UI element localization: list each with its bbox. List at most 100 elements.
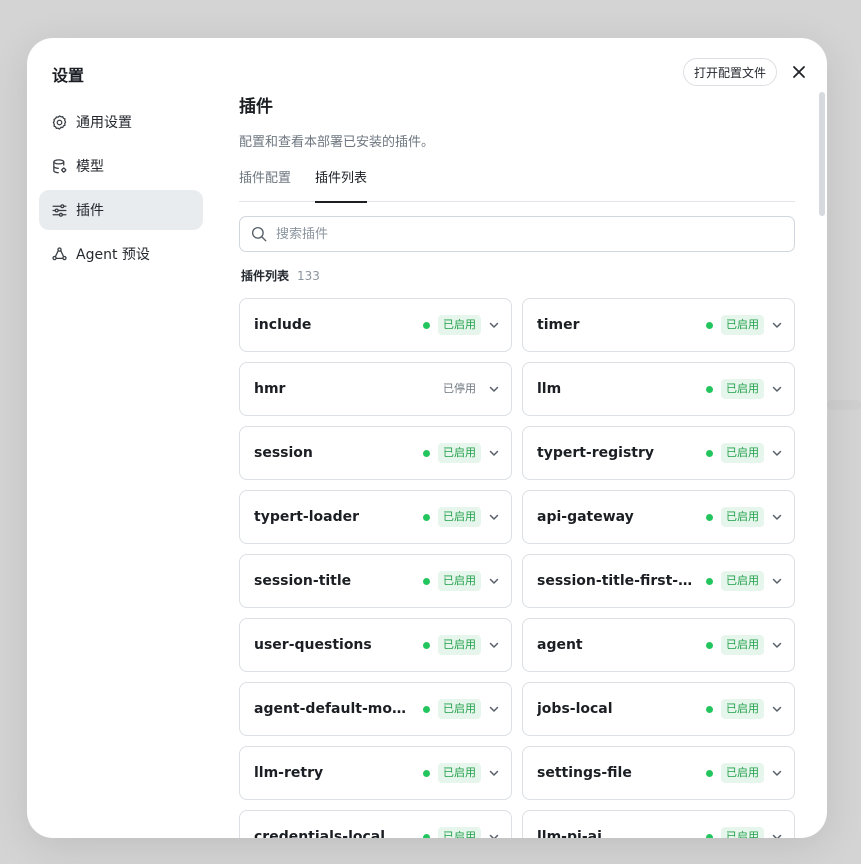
chevron-down-icon[interactable]	[487, 318, 501, 332]
chevron-down-icon[interactable]	[770, 446, 784, 460]
plugin-card[interactable]: session 已启用	[239, 426, 512, 480]
status-badge: 已启用	[721, 315, 764, 335]
tab-plugin-list[interactable]: 插件列表	[315, 170, 368, 203]
sidebar-item-general[interactable]: 通用设置	[39, 102, 203, 142]
plugin-name: timer	[537, 317, 580, 333]
search-input[interactable]	[276, 226, 784, 242]
sidebar-item-label: 插件	[76, 203, 104, 219]
plugin-card[interactable]: timer 已启用	[522, 298, 795, 352]
plugin-card[interactable]: credentials-local 已启用	[239, 810, 512, 838]
plugin-name: agent-default-model	[254, 701, 415, 717]
status-badge: 已启用	[438, 507, 481, 527]
sidebar-item-plugins[interactable]: 插件	[39, 190, 203, 230]
status-badge: 已启用	[721, 763, 764, 783]
plugin-card[interactable]: hmr 已停用	[239, 362, 512, 416]
plugin-name: llm-pi-ai	[537, 829, 602, 838]
status-dot	[706, 705, 713, 713]
chevron-down-icon[interactable]	[487, 830, 501, 838]
status-badge: 已启用	[721, 635, 764, 655]
plugin-list-title: 插件列表	[241, 269, 290, 283]
settings-dialog: 设置 通用设置 模型 插件 Agent 预设 打开配置文件 插件 配置和查看本部…	[27, 38, 827, 838]
chevron-down-icon[interactable]	[487, 702, 501, 716]
plugin-card[interactable]: typert-registry 已启用	[522, 426, 795, 480]
chevron-down-icon[interactable]	[770, 766, 784, 780]
plugin-card[interactable]: include 已启用	[239, 298, 512, 352]
plugin-name: typert-registry	[537, 445, 655, 461]
status-badge: 已启用	[438, 635, 481, 655]
plugin-name: agent	[537, 637, 583, 653]
chevron-down-icon[interactable]	[487, 510, 501, 524]
plugin-name: hmr	[254, 381, 286, 397]
status-dot	[706, 577, 713, 585]
status-dot	[423, 769, 430, 777]
plugin-name: session	[254, 445, 313, 461]
database-icon	[53, 158, 67, 173]
plugin-card[interactable]: agent 已启用	[522, 618, 795, 672]
chevron-down-icon[interactable]	[770, 830, 784, 838]
close-icon	[793, 66, 805, 78]
status-badge: 已停用	[443, 382, 476, 395]
search-field	[239, 216, 795, 252]
status-badge: 已启用	[721, 379, 764, 399]
plugin-card[interactable]: llm 已启用	[522, 362, 795, 416]
close-button[interactable]	[787, 62, 811, 82]
plugin-name: session-title-first-prompt	[537, 573, 698, 589]
status-dot	[706, 385, 713, 393]
status-badge: 已启用	[438, 827, 481, 838]
chevron-down-icon[interactable]	[770, 510, 784, 524]
backdrop-panel	[827, 400, 861, 410]
chevron-down-icon[interactable]	[487, 638, 501, 652]
status-badge: 已启用	[721, 571, 764, 591]
chevron-down-icon[interactable]	[770, 318, 784, 332]
plugin-card[interactable]: settings-file 已启用	[522, 746, 795, 800]
sidebar-item-agent-presets[interactable]: Agent 预设	[39, 234, 203, 274]
plugin-name: llm-retry	[254, 765, 324, 781]
chevron-down-icon[interactable]	[487, 766, 501, 780]
plugin-tabs: 插件配置 插件列表	[239, 170, 795, 203]
sliders-icon	[52, 203, 67, 217]
status-badge: 已启用	[438, 315, 481, 335]
agent-icon	[52, 246, 67, 260]
plugins-panel: 插件 配置和查看本部署已安装的插件。 插件配置 插件列表 插件列表 133 in…	[239, 92, 795, 838]
plugin-name: credentials-local	[254, 829, 386, 838]
chevron-down-icon[interactable]	[487, 382, 501, 396]
page-description: 配置和查看本部署已安装的插件。	[239, 135, 435, 150]
plugin-card[interactable]: session-title-first-prompt 已启用	[522, 554, 795, 608]
status-dot	[706, 833, 713, 838]
settings-sidebar: 通用设置 模型 插件 Agent 预设	[39, 102, 203, 278]
plugin-name: api-gateway	[537, 509, 634, 525]
plugin-name: llm	[537, 381, 562, 397]
chevron-down-icon[interactable]	[487, 574, 501, 588]
status-dot	[423, 449, 430, 457]
plugin-card[interactable]: llm-retry 已启用	[239, 746, 512, 800]
plugin-list-header: 插件列表 133	[239, 267, 795, 284]
sidebar-item-models[interactable]: 模型	[39, 146, 203, 186]
chevron-down-icon[interactable]	[770, 574, 784, 588]
plugin-card[interactable]: api-gateway 已启用	[522, 490, 795, 544]
status-dot	[423, 641, 430, 649]
open-config-file-button[interactable]: 打开配置文件	[683, 58, 778, 86]
chevron-down-icon[interactable]	[770, 702, 784, 716]
plugin-name: jobs-local	[537, 701, 613, 717]
status-badge: 已启用	[438, 763, 481, 783]
plugin-card[interactable]: llm-pi-ai 已启用	[522, 810, 795, 838]
plugin-card[interactable]: typert-loader 已启用	[239, 490, 512, 544]
status-dot	[706, 769, 713, 777]
status-dot	[423, 705, 430, 713]
plugin-card[interactable]: user-questions 已启用	[239, 618, 512, 672]
plugin-grid: include 已启用 timer 已启用 hmr 已停用 llm 已启用 session 已启用…	[239, 298, 795, 838]
sidebar-item-label: 通用设置	[76, 115, 132, 131]
plugin-card[interactable]: agent-default-model 已启用	[239, 682, 512, 736]
plugin-card[interactable]: jobs-local 已启用	[522, 682, 795, 736]
tab-plugin-config[interactable]: 插件配置	[239, 170, 291, 202]
chevron-down-icon[interactable]	[487, 446, 501, 460]
status-badge: 已启用	[721, 443, 764, 463]
plugin-card[interactable]: session-title 已启用	[239, 554, 512, 608]
status-badge: 已启用	[721, 699, 764, 719]
chevron-down-icon[interactable]	[770, 638, 784, 652]
chevron-down-icon[interactable]	[770, 382, 784, 396]
status-dot	[423, 513, 430, 521]
page-title: 插件	[239, 97, 273, 117]
status-dot	[706, 321, 713, 329]
scrollbar-thumb[interactable]	[819, 92, 825, 216]
